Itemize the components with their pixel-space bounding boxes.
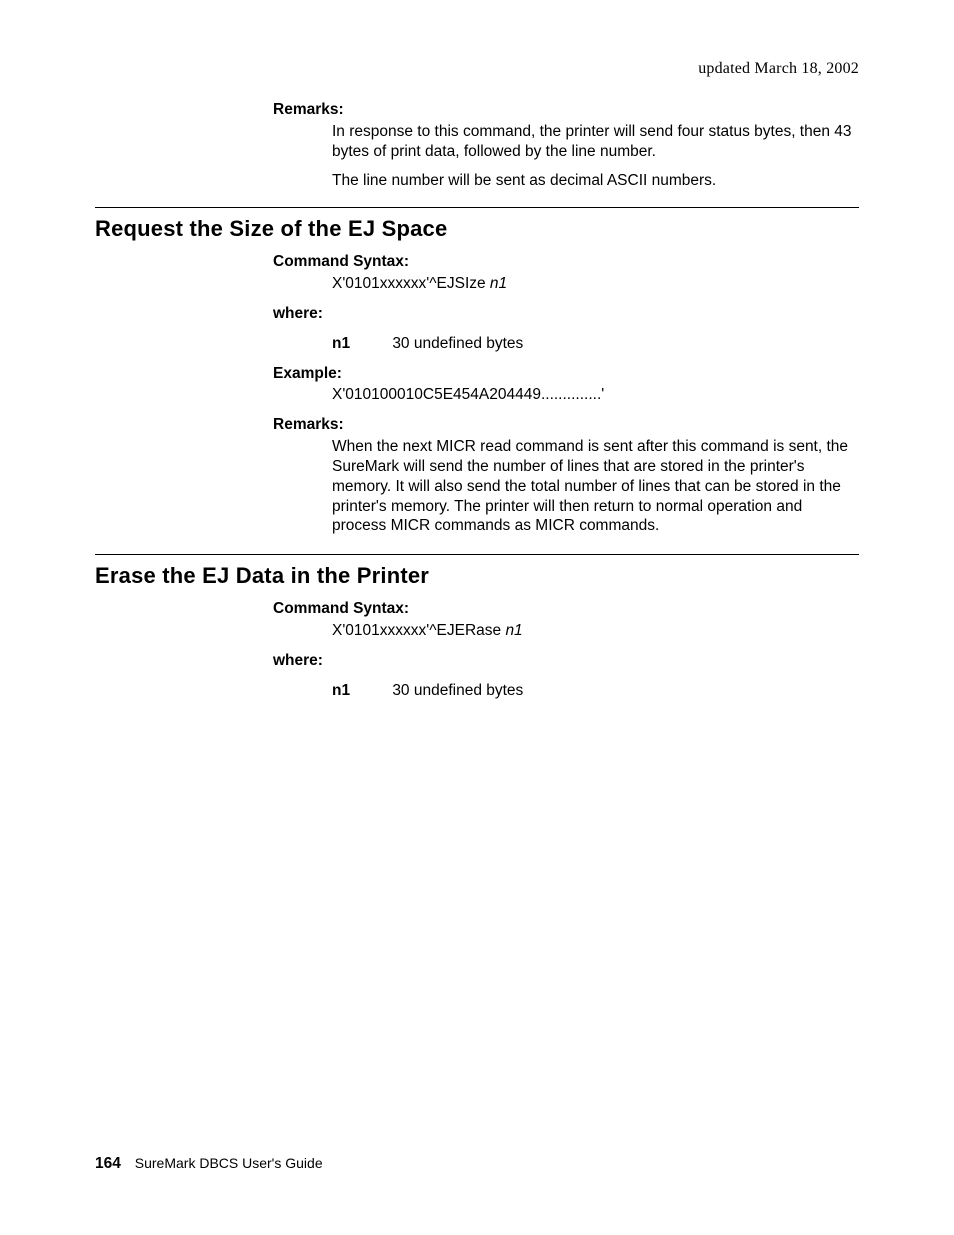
param-key: n1 (332, 681, 388, 701)
remarks-body-p1: In response to this command, the printer… (332, 122, 859, 162)
example-label: Example: (273, 364, 859, 384)
syntax-prefix: X'0101xxxxxx'^EJERase (332, 622, 505, 639)
remarks-label: Remarks: (273, 100, 859, 120)
updated-date: updated March 18, 2002 (95, 60, 859, 78)
remarks-label: Remarks: (273, 415, 859, 435)
remarks-body: When the next MICR read command is sent … (332, 437, 859, 536)
syntax-arg: n1 (505, 622, 522, 639)
param-key: n1 (332, 334, 388, 354)
section2-block: Command Syntax: X'0101xxxxxx'^EJERase n1… (273, 599, 859, 700)
command-syntax-value: X'0101xxxxxx'^EJSIze n1 (332, 274, 859, 294)
command-syntax-label: Command Syntax: (273, 599, 859, 619)
section0-remarks-block: Remarks: In response to this command, th… (273, 100, 859, 191)
section1-title: Request the Size of the EJ Space (95, 216, 859, 242)
section-divider (95, 554, 859, 555)
syntax-prefix: X'0101xxxxxx'^EJSIze (332, 275, 490, 292)
remarks-body-p2: The line number will be sent as decimal … (332, 171, 859, 191)
command-syntax-value: X'0101xxxxxx'^EJERase n1 (332, 621, 859, 641)
doc-title: SureMark DBCS User's Guide (135, 1155, 323, 1171)
where-label: where: (273, 651, 859, 671)
command-syntax-label: Command Syntax: (273, 252, 859, 272)
page-container: updated March 18, 2002 Remarks: In respo… (0, 0, 954, 1235)
section1-block: Command Syntax: X'0101xxxxxx'^EJSIze n1 … (273, 252, 859, 536)
param-row: n1 30 undefined bytes (332, 334, 859, 354)
page-number: 164 (95, 1155, 121, 1172)
section-divider (95, 207, 859, 208)
syntax-arg: n1 (490, 275, 507, 292)
page-footer: 164 SureMark DBCS User's Guide (95, 1155, 323, 1173)
param-row: n1 30 undefined bytes (332, 681, 859, 701)
section2-title: Erase the EJ Data in the Printer (95, 563, 859, 589)
param-val: 30 undefined bytes (392, 335, 523, 352)
param-val: 30 undefined bytes (392, 682, 523, 699)
example-value: X'010100010C5E454A204449..............' (332, 385, 859, 405)
where-label: where: (273, 304, 859, 324)
